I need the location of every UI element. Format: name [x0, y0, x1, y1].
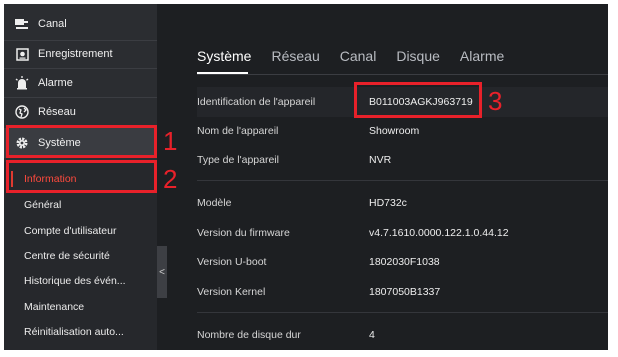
tab-reseau[interactable]: Réseau: [271, 48, 319, 64]
info-row-model: Modèle HD732c: [197, 188, 608, 218]
tab-disque[interactable]: Disque: [396, 48, 440, 64]
sidebar-item-enregistrement[interactable]: Enregistrement: [4, 40, 157, 68]
submenu-item-auto-reset[interactable]: Réinitialisation auto...: [4, 320, 157, 344]
submenu-item-label: Général: [24, 199, 62, 211]
disk-count-value: 4: [369, 329, 375, 341]
info-row-disk-count: Nombre de disque dur 4: [197, 320, 608, 350]
device-name-value: Showroom: [369, 125, 420, 137]
info-row-kernel: Version Kernel 1807050B1337: [197, 277, 608, 307]
device-type-label: Type de l'appareil: [197, 154, 279, 166]
sidebar-collapse-button[interactable]: <: [157, 246, 167, 298]
kernel-label: Version Kernel: [197, 286, 266, 298]
uboot-value: 1802030F1038: [369, 256, 440, 268]
submenu-item-label: Réinitialisation auto...: [24, 326, 124, 338]
sidebar-item-reseau[interactable]: Réseau: [4, 98, 157, 126]
record-icon: [14, 46, 30, 62]
tab-canal[interactable]: Canal: [340, 48, 377, 64]
submenu-item-label: Maintenance: [24, 301, 85, 313]
sidebar-item-canal[interactable]: Canal: [4, 10, 157, 38]
callout-box-information: [6, 160, 157, 193]
sidebar-item-label: Canal: [38, 18, 67, 30]
model-label: Modèle: [197, 197, 232, 209]
firmware-label: Version du firmware: [197, 227, 290, 239]
callout-number-1: 1: [163, 126, 178, 156]
main-panel: Système Réseau Canal Disque Alarme Ident…: [167, 4, 608, 350]
submenu-item-general[interactable]: Général: [4, 193, 157, 217]
device-id-label: Identification de l'appareil: [197, 96, 316, 108]
disk-count-label: Nombre de disque dur: [197, 329, 301, 341]
sidebar-item-label: Alarme: [38, 77, 73, 89]
submenu-item-event-history[interactable]: Historique des évén...: [4, 269, 157, 293]
chevron-left-icon: <: [159, 266, 165, 278]
firmware-value: v4.7.1610.0000.122.1.0.44.12: [369, 227, 509, 239]
callout-number-3: 3: [488, 86, 503, 116]
submenu-item-maintenance[interactable]: Maintenance: [4, 295, 157, 319]
info-row-uboot: Version U-boot 1802030F1038: [197, 247, 608, 277]
callout-box-systeme: [6, 125, 157, 158]
device-type-value: NVR: [369, 154, 392, 166]
info-row-device-name: Nom de l'appareil Showroom: [197, 116, 608, 146]
divider: [197, 74, 608, 75]
kernel-value: 1807050B1337: [369, 286, 441, 298]
sidebar-item-alarme[interactable]: Alarme: [4, 69, 157, 97]
tab-bar: Système Réseau Canal Disque Alarme: [197, 48, 524, 64]
info-row-device-type: Type de l'appareil NVR: [197, 145, 608, 175]
submenu-item-security-center[interactable]: Centre de sécurité: [4, 244, 157, 268]
callout-number-2: 2: [163, 164, 178, 194]
submenu-item-label: Historique des évén...: [24, 275, 126, 287]
submenu-item-label: Centre de sécurité: [24, 250, 110, 262]
sidebar-item-label: Réseau: [38, 106, 76, 118]
tab-alarme[interactable]: Alarme: [460, 48, 504, 64]
info-row-firmware: Version du firmware v4.7.1610.0000.122.1…: [197, 218, 608, 248]
submenu-item-label: Compte d'utilisateur: [24, 225, 117, 237]
globe-icon: [14, 104, 30, 120]
tab-systeme[interactable]: Système: [197, 48, 251, 64]
alarm-icon: [14, 75, 30, 91]
sidebar-item-label: Enregistrement: [38, 48, 113, 60]
device-name-label: Nom de l'appareil: [197, 125, 279, 137]
divider: [197, 312, 608, 313]
uboot-label: Version U-boot: [197, 256, 267, 268]
callout-box-device-id: [354, 82, 482, 118]
submenu-item-user-account[interactable]: Compte d'utilisateur: [4, 219, 157, 243]
divider: [197, 180, 608, 181]
model-value: HD732c: [369, 197, 407, 209]
camera-icon: [14, 16, 30, 32]
